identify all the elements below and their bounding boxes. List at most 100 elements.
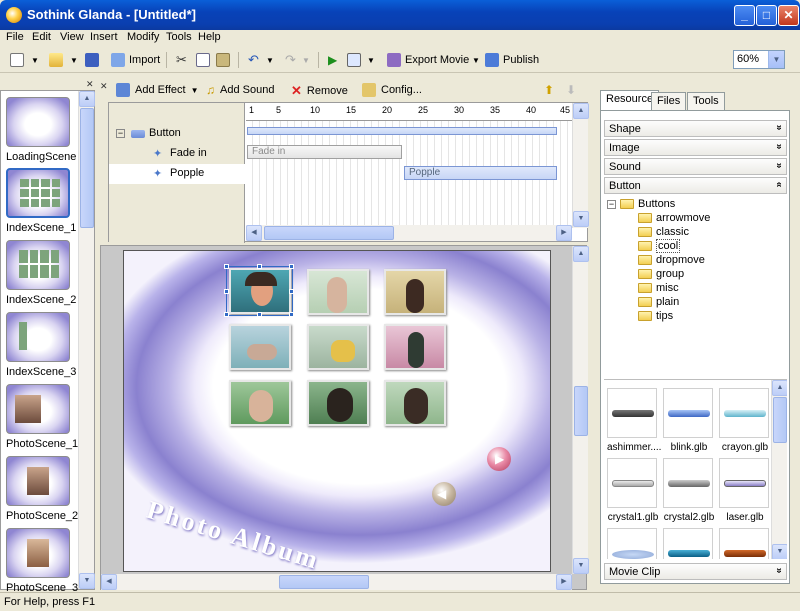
tree-item-button[interactable]: − Button <box>109 124 245 144</box>
scene-item[interactable]: LoadingScene <box>6 97 76 163</box>
gallery-item[interactable]: crystal1.glb <box>607 458 659 523</box>
scrollbar-thumb[interactable] <box>264 226 394 240</box>
export-dropdown[interactable]: ▼ <box>472 51 480 69</box>
photo-thumbnail[interactable] <box>229 324 291 370</box>
preview-dropdown[interactable]: ▼ <box>367 51 375 69</box>
scrollbar-thumb[interactable] <box>773 397 787 443</box>
open-button[interactable] <box>49 51 63 69</box>
folder-item[interactable]: dropmove <box>638 253 705 267</box>
move-down-button[interactable]: ⬇ <box>566 83 576 97</box>
tab-files[interactable]: Files <box>651 92 687 110</box>
collapse-icon[interactable]: − <box>116 129 125 138</box>
folder-item[interactable]: arrowmove <box>638 211 710 225</box>
folder-item[interactable]: plain <box>638 295 679 309</box>
import-button[interactable]: Import <box>111 51 160 69</box>
photo-thumbnail[interactable] <box>307 380 369 426</box>
add-effect-button[interactable]: Add Effect ▼ <box>116 83 198 97</box>
resize-handle[interactable] <box>289 312 294 317</box>
resize-handle[interactable] <box>224 312 229 317</box>
undo-button[interactable]: ↶ <box>248 51 259 69</box>
folder-item[interactable]: group <box>638 267 684 281</box>
scene-item[interactable]: PhotoScene_2 <box>6 456 78 522</box>
menu-view[interactable]: View <box>60 31 84 43</box>
resize-handle[interactable] <box>257 264 262 269</box>
publish-button[interactable]: Publish <box>485 51 539 69</box>
scene-item[interactable]: IndexScene_2 <box>6 240 76 306</box>
resize-handle[interactable] <box>257 312 262 317</box>
menu-help[interactable]: Help <box>198 31 221 43</box>
close-icon[interactable]: ✕ <box>86 79 94 90</box>
gallery-item[interactable]: crystal2.glb <box>663 458 715 523</box>
scroll-up-arrow[interactable]: ▲ <box>573 103 589 119</box>
photo-thumbnail[interactable] <box>307 324 369 370</box>
scene-item[interactable]: PhotoScene_3 <box>6 528 78 594</box>
gallery-item[interactable] <box>607 528 659 559</box>
maximize-button[interactable]: □ <box>756 5 777 26</box>
next-arrow-button[interactable]: ▶ <box>487 447 511 471</box>
category-movie-clip[interactable]: Movie Clip » <box>604 563 787 580</box>
photo-thumbnail[interactable] <box>384 324 446 370</box>
menu-modify[interactable]: Modify <box>127 31 159 43</box>
copy-button[interactable] <box>196 51 210 69</box>
resize-handle[interactable] <box>224 289 229 294</box>
scrollbar-thumb[interactable] <box>574 386 588 436</box>
gallery-item[interactable] <box>663 528 715 559</box>
save-button[interactable] <box>85 51 99 69</box>
photo-thumbnail[interactable] <box>229 380 291 426</box>
resize-handle[interactable] <box>289 289 294 294</box>
undo-dropdown[interactable]: ▼ <box>266 51 274 69</box>
menu-tools[interactable]: Tools <box>166 31 192 43</box>
new-dropdown[interactable]: ▼ <box>31 51 39 69</box>
scene-item[interactable]: IndexScene_1 <box>6 168 76 234</box>
scroll-down-arrow[interactable]: ▼ <box>573 211 589 227</box>
scroll-down-arrow[interactable]: ▼ <box>573 558 589 574</box>
collapse-icon[interactable]: − <box>607 199 616 209</box>
stage-hscrollbar[interactable]: ◀ ▶ <box>101 574 572 590</box>
scroll-left-arrow[interactable]: ◀ <box>101 574 117 590</box>
effect-bar[interactable]: Popple <box>404 166 557 180</box>
timeline-hscrollbar[interactable]: ◀ ▶ <box>246 225 572 241</box>
scroll-up-arrow[interactable]: ▲ <box>79 91 95 107</box>
gallery-item[interactable]: ashimmer.... <box>607 388 661 453</box>
folder-item[interactable]: tips <box>638 309 673 323</box>
folder-root[interactable]: − Buttons <box>607 197 675 211</box>
scene-item[interactable]: IndexScene_3 <box>6 312 76 378</box>
button-span-bar[interactable] <box>247 127 557 135</box>
category-sound[interactable]: Sound » <box>604 158 787 175</box>
folder-item[interactable]: misc <box>638 281 679 295</box>
gallery-item[interactable]: laser.glb <box>719 458 771 523</box>
scroll-down-arrow[interactable]: ▼ <box>79 573 95 589</box>
preview-button[interactable] <box>347 51 361 69</box>
folder-item[interactable]: classic <box>638 225 689 239</box>
paste-button[interactable] <box>216 51 230 69</box>
export-movie-button[interactable]: Export Movie <box>387 51 469 69</box>
effect-bar[interactable]: Fade in <box>247 145 402 159</box>
selection-box[interactable] <box>224 264 294 317</box>
cut-button[interactable]: ✂ <box>176 51 187 69</box>
category-shape[interactable]: Shape » <box>604 120 787 137</box>
menu-insert[interactable]: Insert <box>90 31 118 43</box>
scrollbar-thumb[interactable] <box>279 575 369 589</box>
scroll-right-arrow[interactable]: ▶ <box>556 225 572 241</box>
gallery-item[interactable] <box>719 528 771 559</box>
chevron-down-icon[interactable]: ▼ <box>768 51 784 68</box>
zoom-select[interactable]: 60% ▼ <box>733 50 785 69</box>
timeline-frames[interactable]: 1 5 10 15 20 25 30 35 40 45 Fade in Popp… <box>246 103 572 228</box>
scene-scrollbar[interactable]: ▲ ▼ <box>78 91 95 589</box>
stage-vscrollbar[interactable]: ▲ ▼ <box>572 246 589 574</box>
category-image[interactable]: Image » <box>604 139 787 156</box>
scene-item[interactable]: PhotoScene_1 <box>6 384 78 450</box>
gallery-item[interactable]: blink.glb <box>663 388 715 453</box>
photo-thumbnail[interactable] <box>384 380 446 426</box>
tree-item-popple[interactable]: ✦ Popple <box>109 164 245 184</box>
move-up-button[interactable]: ⬆ <box>544 83 554 97</box>
timeline-vscrollbar[interactable]: ▲ ▼ <box>572 103 589 228</box>
folder-item-selected[interactable]: cool <box>638 239 681 253</box>
redo-button[interactable]: ↷ <box>285 51 296 69</box>
scrollbar-thumb[interactable] <box>80 108 94 228</box>
stage-canvas[interactable]: ▶ ◀ Photo Album <box>123 250 551 572</box>
minimize-button[interactable]: _ <box>734 5 755 26</box>
tree-item-fade-in[interactable]: ✦ Fade in <box>109 144 245 164</box>
new-button[interactable] <box>10 51 24 69</box>
close-icon[interactable]: ✕ <box>100 81 108 92</box>
